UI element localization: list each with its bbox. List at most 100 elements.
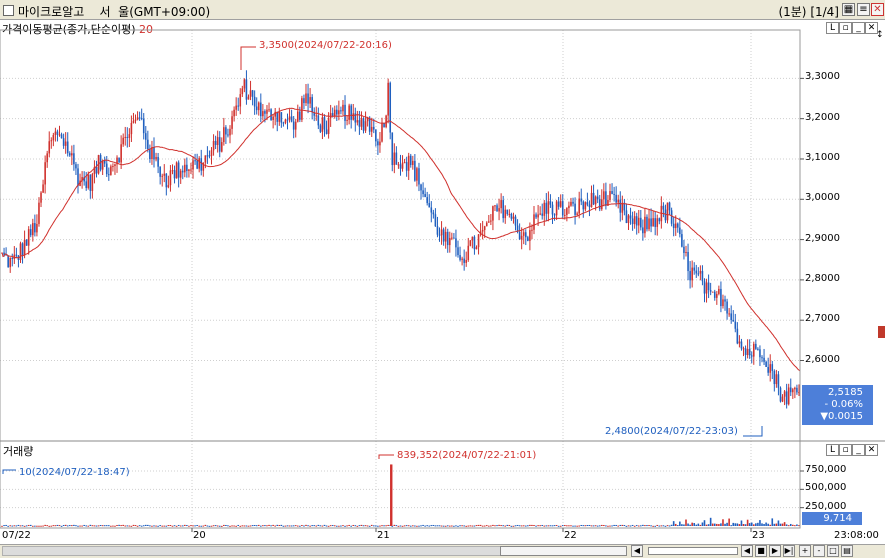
candle-body bbox=[177, 162, 180, 178]
candle-body bbox=[112, 166, 114, 168]
volume-bar bbox=[1, 525, 3, 527]
price-volume-chart[interactable] bbox=[0, 0, 885, 558]
candle-body bbox=[25, 239, 28, 246]
view-button[interactable]: □ bbox=[827, 545, 839, 557]
candle-body bbox=[455, 238, 457, 248]
volume-bar bbox=[568, 525, 570, 527]
candle-body bbox=[23, 239, 26, 256]
volume-bar bbox=[428, 525, 431, 527]
candle-body bbox=[272, 116, 274, 120]
volume-bar bbox=[500, 525, 502, 527]
candle-body bbox=[34, 223, 36, 233]
chart-type-button[interactable]: ▤ bbox=[841, 545, 853, 557]
candle-body bbox=[574, 203, 576, 215]
candle-body bbox=[794, 387, 796, 390]
volume-bar bbox=[455, 525, 457, 527]
play-button[interactable]: ▶ bbox=[769, 545, 781, 557]
candle-body bbox=[64, 141, 67, 146]
volume-bar bbox=[759, 520, 761, 526]
candle-body bbox=[713, 291, 716, 298]
volume-bar bbox=[666, 525, 669, 527]
volume-bar bbox=[555, 525, 558, 527]
candle-body bbox=[611, 191, 613, 194]
high-marker bbox=[240, 46, 256, 70]
side-scroll-icon[interactable]: ↕ bbox=[876, 30, 884, 40]
candle-body bbox=[105, 163, 108, 175]
candle-body bbox=[27, 229, 30, 246]
volume-bar bbox=[508, 524, 511, 526]
candle-body bbox=[475, 247, 478, 250]
scroll-thumb[interactable] bbox=[500, 546, 627, 556]
candle-body bbox=[648, 218, 650, 230]
candle-body bbox=[126, 136, 129, 138]
x-start-label: 07/22 bbox=[2, 530, 31, 541]
candle-body bbox=[644, 216, 646, 234]
candle-body bbox=[169, 170, 172, 186]
candle-body bbox=[685, 252, 687, 254]
volume-bar bbox=[44, 524, 46, 526]
volume-bar bbox=[539, 525, 541, 527]
candle-body bbox=[229, 128, 231, 136]
volume-bar bbox=[635, 525, 638, 527]
candle-body bbox=[420, 184, 422, 191]
zoom-out-button[interactable]: ◀ bbox=[741, 545, 753, 557]
volume-bar bbox=[399, 525, 402, 527]
volume-bar bbox=[85, 525, 88, 527]
candle-body bbox=[319, 125, 322, 132]
volume-bar bbox=[73, 524, 75, 526]
volume-bar bbox=[687, 523, 689, 526]
change-percent: - 0.06% bbox=[824, 399, 863, 410]
zoom-in-button[interactable]: + bbox=[799, 545, 811, 557]
candle-body bbox=[383, 123, 385, 128]
candle-body bbox=[576, 213, 578, 215]
volume-bar bbox=[163, 525, 166, 527]
candle-body bbox=[757, 348, 759, 350]
volume-bar bbox=[559, 525, 562, 527]
candle-body bbox=[134, 119, 137, 121]
volume-bar bbox=[746, 519, 749, 526]
volume-bar bbox=[229, 525, 231, 527]
volume-bar bbox=[691, 522, 693, 526]
volume-bar bbox=[728, 518, 730, 526]
zoom-reset-button[interactable]: - bbox=[813, 545, 825, 557]
candle-body bbox=[268, 109, 270, 111]
candle-body bbox=[405, 162, 408, 171]
candle-body bbox=[564, 214, 566, 216]
volume-bar bbox=[206, 525, 209, 527]
zoom-slider[interactable] bbox=[648, 547, 738, 555]
stop-button[interactable]: ■ bbox=[755, 545, 767, 557]
volume-bar bbox=[761, 523, 763, 526]
low-marker bbox=[743, 426, 763, 437]
candle-body bbox=[672, 223, 675, 229]
candle-body bbox=[241, 88, 244, 95]
candle-body bbox=[89, 174, 92, 191]
volume-tick-label: 500,000 bbox=[805, 482, 847, 494]
candle-body bbox=[615, 194, 617, 203]
volume-bar bbox=[627, 525, 630, 527]
candle-body bbox=[510, 213, 513, 219]
volume-bar bbox=[151, 525, 153, 527]
candle-body bbox=[674, 223, 677, 229]
volume-bar bbox=[181, 525, 184, 527]
volume-bar bbox=[301, 525, 303, 527]
volume-bar bbox=[292, 525, 295, 527]
volume-bar bbox=[750, 522, 753, 526]
candle-body bbox=[245, 79, 248, 100]
candle-body bbox=[52, 134, 55, 141]
volume-bar bbox=[38, 525, 40, 527]
candle-body bbox=[124, 136, 127, 138]
candle-body bbox=[640, 217, 642, 228]
candle-body bbox=[490, 220, 492, 222]
candle-body bbox=[520, 235, 523, 240]
step-forward-button[interactable]: ▶| bbox=[783, 545, 795, 557]
volume-bar bbox=[315, 525, 318, 527]
scroll-left-button[interactable]: ◀ bbox=[631, 545, 643, 557]
candle-body bbox=[75, 164, 77, 169]
candle-body bbox=[716, 293, 718, 298]
candle-body bbox=[360, 118, 363, 127]
candle-body bbox=[91, 174, 94, 191]
volume-bar bbox=[537, 525, 539, 527]
candle-body bbox=[453, 237, 455, 239]
candle-body bbox=[278, 112, 281, 122]
volume-bar bbox=[459, 525, 461, 527]
